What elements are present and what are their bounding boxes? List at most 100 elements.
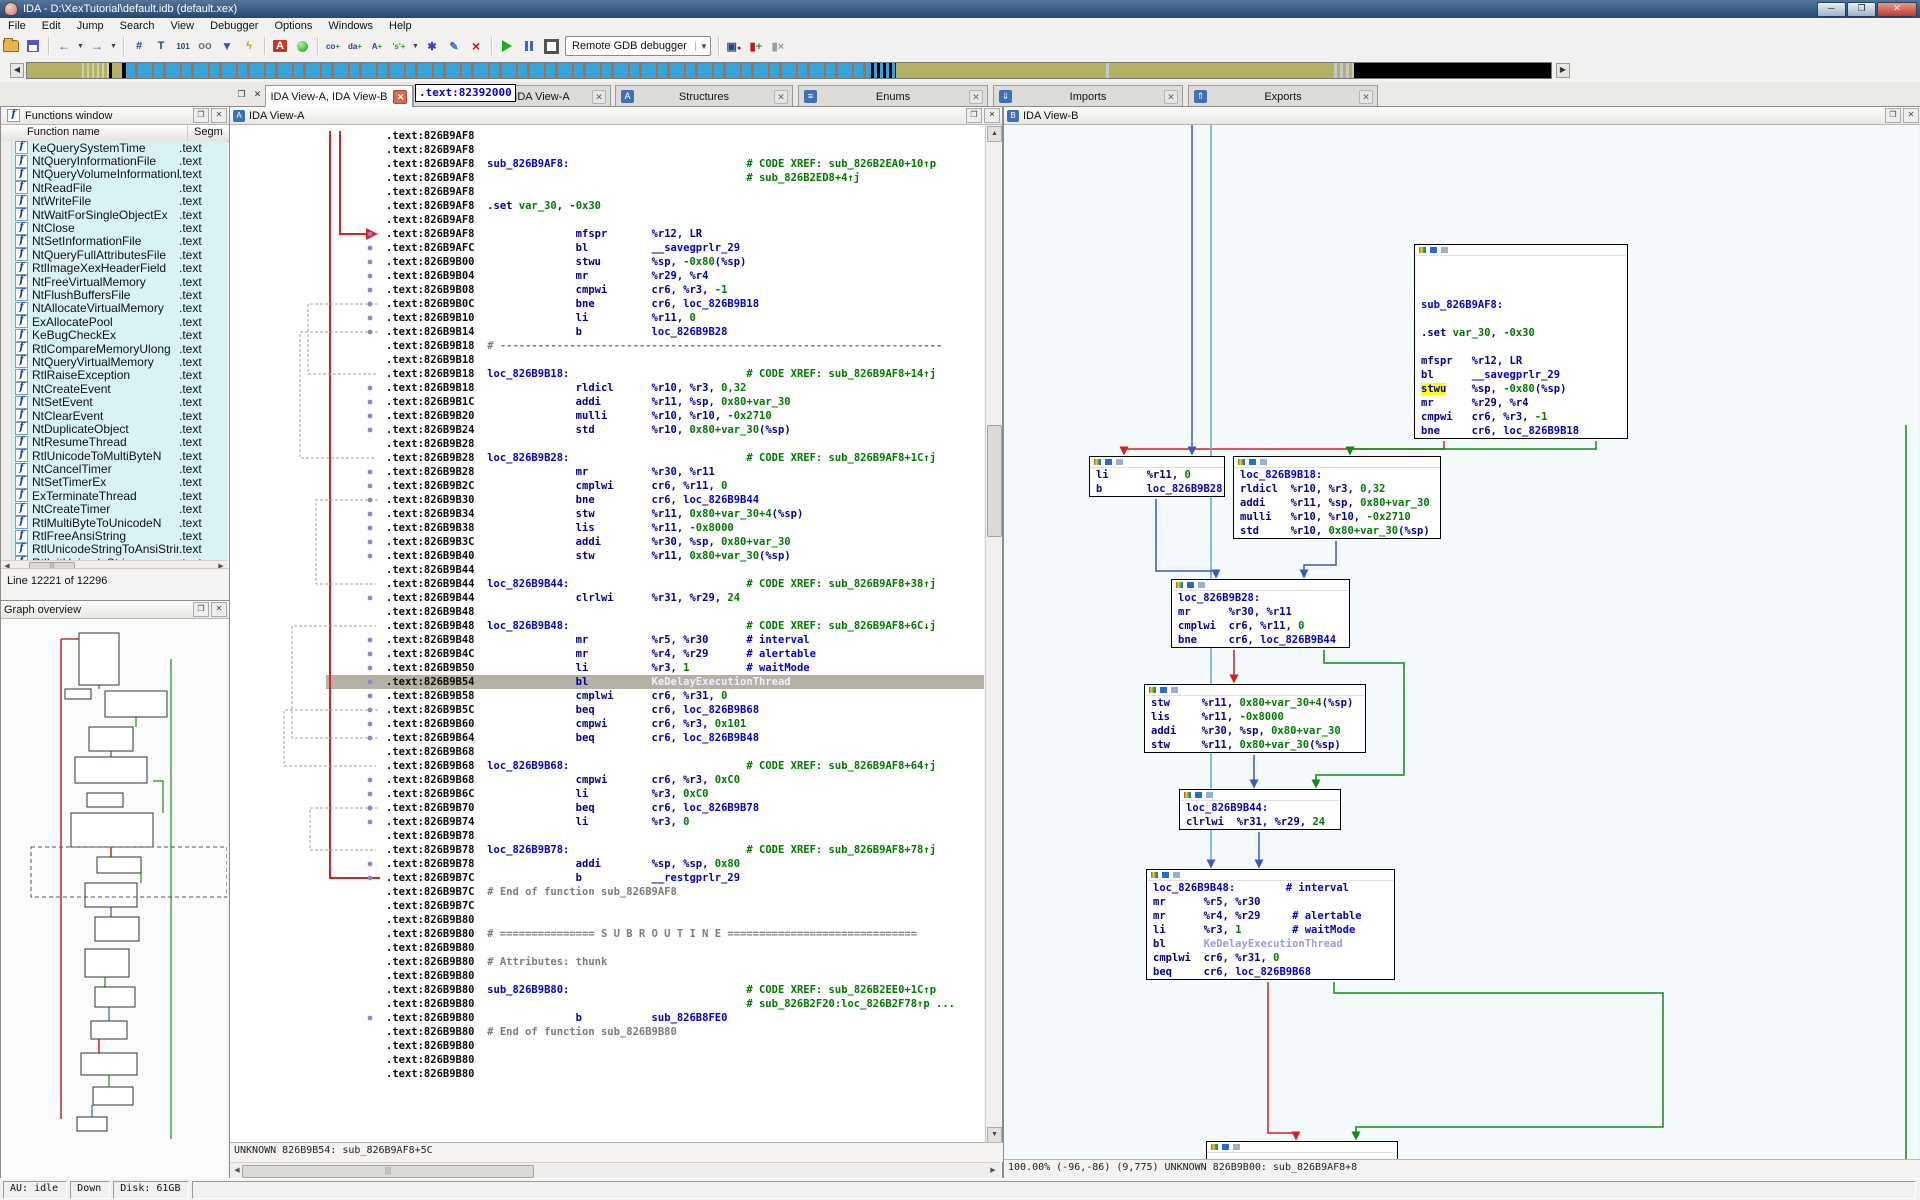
- listing-row[interactable]: .text:826B9B14 b loc_826B9B28: [326, 325, 984, 339]
- close-window-icon[interactable]: ✕: [984, 108, 1000, 123]
- function-row[interactable]: fKeBugCheckEx.text: [1, 328, 227, 341]
- listing-row[interactable]: .text:826B9B48 loc_826B9B48: # CODE XREF…: [326, 619, 984, 633]
- function-row[interactable]: fRtlCompareMemoryUlong.text: [1, 342, 227, 355]
- node-group-icon[interactable]: [1233, 1144, 1240, 1150]
- listing-row-selected[interactable]: .text:826B9B54 bl KeDelayExecutionThread: [326, 675, 984, 689]
- listing-row[interactable]: .text:826B9AF8: [326, 185, 984, 199]
- listing-row[interactable]: .text:826B9B80 b sub_826B8FE0: [326, 1011, 984, 1025]
- start-process-icon[interactable]: [496, 36, 518, 57]
- graph-node-loc_826B9B18[interactable]: loc_826B9B18:rldicl %r10, %r3, 0,32addi …: [1233, 456, 1441, 539]
- node-edit-icon[interactable]: [1195, 792, 1202, 798]
- float-view-icon[interactable]: ❐: [234, 87, 249, 101]
- node-group-icon[interactable]: [1173, 872, 1180, 878]
- listing-row[interactable]: .text:826B9B7C b __restgprlr_29: [326, 871, 984, 885]
- function-row[interactable]: fNtSetTimerEx.text: [1, 476, 227, 489]
- listing-row[interactable]: .text:826B9B80: [326, 913, 984, 927]
- graph-node-sub_826B9AF8[interactable]: sub_826B9AF8: .set var_30, -0x30 mfspr %…: [1414, 244, 1628, 439]
- function-row[interactable]: fNtResumeThread.text: [1, 436, 227, 449]
- tab-close-icon[interactable]: ✕: [592, 90, 606, 104]
- create-name-icon[interactable]: A+: [366, 36, 388, 57]
- listing-row[interactable]: .text:826B9AF8 .set var_30, -0x30: [326, 199, 984, 213]
- function-row[interactable]: fNtWaitForSingleObjectEx.text: [1, 208, 227, 221]
- back-caret-icon[interactable]: ▼: [75, 36, 86, 57]
- node-color-icon[interactable]: [1419, 247, 1426, 253]
- function-row[interactable]: fNtSetEvent.text: [1, 395, 227, 408]
- float-panel-icon[interactable]: ❐: [193, 108, 209, 123]
- listing-row[interactable]: .text:826B9B40 stw %r11, 0x80+var_30(%sp…: [326, 549, 984, 563]
- node-edit-icon[interactable]: [1430, 247, 1437, 253]
- debugger-combo[interactable]: Remote GDB debugger ▼: [565, 36, 711, 56]
- stop-process-icon[interactable]: [540, 36, 562, 57]
- listing-row[interactable]: .text:826B9B04 mr %r29, %r4: [326, 269, 984, 283]
- node-edit-icon[interactable]: [1187, 582, 1194, 588]
- menu-windows[interactable]: Windows: [320, 19, 381, 33]
- scroll-thumb[interactable]: [987, 425, 1002, 537]
- listing-row[interactable]: .text:826B9B70 beq cr6, loc_826B9B78: [326, 801, 984, 815]
- listing-row[interactable]: .text:826B9AFC bl __savegprlr_29: [326, 241, 984, 255]
- listing-row[interactable]: .text:826B9B20 mulli %r10, %r10, -0x2710: [326, 409, 984, 423]
- tab-close-icon[interactable]: ✕: [774, 90, 788, 104]
- create-struct-icon[interactable]: ✱: [421, 36, 443, 57]
- listing-row[interactable]: .text:826B9B08 cmpwi cr6, %r3, -1: [326, 283, 984, 297]
- create-string-icon[interactable]: 's'+: [388, 36, 410, 57]
- forward-caret-icon[interactable]: ▼: [108, 36, 119, 57]
- band-left-arrow[interactable]: ◀: [10, 63, 24, 78]
- listing-row[interactable]: .text:826B9B68: [326, 745, 984, 759]
- node-color-icon[interactable]: [1094, 459, 1101, 465]
- tab-ida-view-ab[interactable]: IDA View-A, IDA View-B ✕: [265, 85, 413, 107]
- graph-node-loc_826B9B68[interactable]: [1206, 1141, 1398, 1161]
- breakpoint-icon[interactable]: ▮+: [745, 36, 767, 57]
- function-row[interactable]: fNtAllocateVirtualMemory.text: [1, 302, 227, 315]
- delete-icon[interactable]: ×: [465, 36, 487, 57]
- run-to-cursor-icon[interactable]: ϟ: [238, 36, 260, 57]
- function-row[interactable]: fNtQueryFullAttributesFile.text: [1, 248, 227, 261]
- listing-row[interactable]: .text:826B9B00 stwu %sp, -0x80(%sp): [326, 255, 984, 269]
- listing-row[interactable]: .text:826B9B5C beq cr6, loc_826B9B68: [326, 703, 984, 717]
- listing-row[interactable]: .text:826B9B18 # -----------------------…: [326, 339, 984, 353]
- function-row[interactable]: fNtWriteFile.text: [1, 195, 227, 208]
- function-row[interactable]: fExTerminateThread.text: [1, 489, 227, 502]
- column-function-name[interactable]: Function name: [1, 125, 188, 141]
- listing-row[interactable]: .text:826B9B80: [326, 1039, 984, 1053]
- listing-row[interactable]: .text:826B9B2C cmplwi cr6, %r11, 0: [326, 479, 984, 493]
- node-color-icon[interactable]: [1151, 872, 1158, 878]
- node-color-icon[interactable]: [1211, 1144, 1218, 1150]
- function-row[interactable]: fRtlUnicodeToMultiByteN.text: [1, 449, 227, 462]
- function-row[interactable]: fExAllocatePool.text: [1, 315, 227, 328]
- listing-row[interactable]: .text:826B9B0C bne cr6, loc_826B9B18: [326, 297, 984, 311]
- close-window-icon[interactable]: ✕: [1903, 108, 1919, 123]
- ida-view-b-title-bar[interactable]: B IDA View-B ❐ ✕: [1004, 107, 1920, 125]
- listing-row[interactable]: .text:826B9B44: [326, 563, 984, 577]
- listing-row[interactable]: .text:826B9B30 bne cr6, loc_826B9B44: [326, 493, 984, 507]
- function-row[interactable]: fNtCancelTimer.text: [1, 462, 227, 475]
- color-instruction-icon[interactable]: A: [269, 36, 291, 57]
- menu-file[interactable]: File: [0, 19, 34, 33]
- float-window-icon[interactable]: ❐: [1885, 108, 1901, 123]
- listing-row[interactable]: .text:826B9B80 # Attributes: thunk: [326, 955, 984, 969]
- function-row[interactable]: fNtDuplicateObject.text: [1, 422, 227, 435]
- node-edit-icon[interactable]: [1222, 1144, 1229, 1150]
- listing-row[interactable]: .text:826B9B80: [326, 969, 984, 983]
- function-row[interactable]: fNtQueryVolumeInformationFile.text: [1, 168, 227, 181]
- menu-options[interactable]: Options: [266, 19, 320, 33]
- pause-process-icon[interactable]: [518, 36, 540, 57]
- disassembly-view[interactable]: .text:826B9AF8.text:826B9AF8.text:826B9A…: [230, 125, 984, 1144]
- node-color-icon[interactable]: [1149, 687, 1156, 693]
- listing-row[interactable]: .text:826B9B38 lis %r11, -0x8000: [326, 521, 984, 535]
- listing-row[interactable]: .text:826B9B74 li %r3, 0: [326, 815, 984, 829]
- menu-view[interactable]: View: [162, 19, 202, 33]
- graph-overview-minimap[interactable]: [1, 619, 227, 1177]
- search-text-icon[interactable]: T: [150, 36, 172, 57]
- listing-row[interactable]: .text:826B9B34 stw %r11, 0x80+var_30+4(%…: [326, 507, 984, 521]
- listing-row[interactable]: .text:826B9B78 loc_826B9B78: # CODE XREF…: [326, 843, 984, 857]
- menu-search[interactable]: Search: [112, 19, 163, 33]
- function-row[interactable]: fRtlRaiseException.text: [1, 369, 227, 382]
- listing-row[interactable]: .text:826B9B3C addi %r30, %sp, 0x80+var_…: [326, 535, 984, 549]
- binoculars-icon[interactable]: oo: [194, 36, 216, 57]
- search-value-icon[interactable]: 101: [172, 36, 194, 57]
- menu-jump[interactable]: Jump: [69, 19, 112, 33]
- listing-row[interactable]: .text:826B9B10 li %r11, 0: [326, 311, 984, 325]
- listing-row[interactable]: .text:826B9B18 loc_826B9B18: # CODE XREF…: [326, 367, 984, 381]
- listing-row[interactable]: .text:826B9B80: [326, 941, 984, 955]
- function-row[interactable]: fNtClose.text: [1, 221, 227, 234]
